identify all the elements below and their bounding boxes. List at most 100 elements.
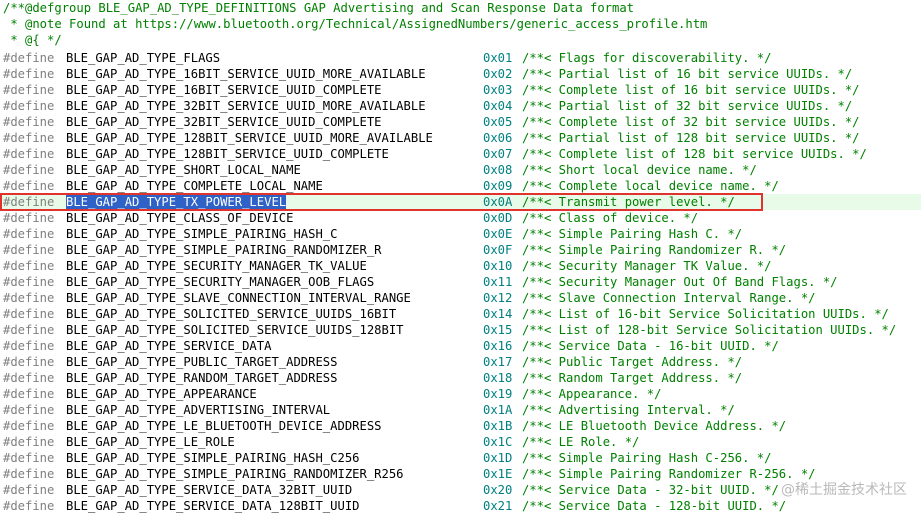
define-line[interactable]: #define BLE_GAP_AD_TYPE_32BIT_SERVICE_UUI… (0, 98, 921, 114)
define-comment: /**< Flags for discoverability. */ (522, 51, 772, 65)
define-keyword: #define (3, 419, 55, 433)
define-line[interactable]: #define BLE_GAP_AD_TYPE_RANDOM_TARGET_ADD… (0, 370, 921, 386)
watermark: @稀土掘金技术社区 (781, 482, 907, 498)
define-comment: /**< Security Manager Out Of Band Flags.… (522, 275, 838, 289)
define-value: 0x18 (483, 371, 513, 385)
define-name: BLE_GAP_AD_TYPE_SOLICITED_SERVICE_UUIDS_… (66, 307, 397, 321)
define-line[interactable]: #define BLE_GAP_AD_TYPE_TX_POWER_LEVEL 0x0… (0, 194, 921, 210)
define-line[interactable]: #define BLE_GAP_AD_TYPE_128BIT_SERVICE_UU… (0, 146, 921, 162)
define-value: 0x12 (483, 291, 513, 305)
define-line[interactable]: #define BLE_GAP_AD_TYPE_SIMPLE_PAIRING_RA… (0, 242, 921, 258)
define-value: 0x14 (483, 307, 513, 321)
define-line[interactable]: #define BLE_GAP_AD_TYPE_16BIT_SERVICE_UUI… (0, 82, 921, 98)
define-keyword: #define (3, 243, 55, 257)
define-name: BLE_GAP_AD_TYPE_SIMPLE_PAIRING_RANDOMIZE… (66, 467, 404, 481)
define-name: BLE_GAP_AD_TYPE_CLASS_OF_DEVICE (66, 211, 294, 225)
define-keyword: #define (3, 227, 55, 241)
define-value: 0x21 (483, 499, 513, 513)
define-keyword: #define (3, 339, 55, 353)
define-name: BLE_GAP_AD_TYPE_LE_ROLE (66, 435, 235, 449)
define-keyword: #define (3, 195, 55, 209)
define-name: BLE_GAP_AD_TYPE_FLAGS (66, 51, 221, 65)
define-comment: /**< Simple Pairing Hash C. */ (522, 227, 743, 241)
define-value: 0x1A (483, 403, 513, 417)
define-comment: /**< Service Data - 128-bit UUID. */ (522, 499, 787, 513)
define-keyword: #define (3, 435, 55, 449)
define-line[interactable]: #define BLE_GAP_AD_TYPE_LE_BLUETOOTH_DEVI… (0, 418, 921, 434)
define-name: BLE_GAP_AD_TYPE_SIMPLE_PAIRING_HASH_C (66, 227, 338, 241)
define-name: BLE_GAP_AD_TYPE_LE_BLUETOOTH_DEVICE_ADDR… (66, 419, 382, 433)
define-keyword: #define (3, 451, 55, 465)
define-keyword: #define (3, 131, 55, 145)
define-line[interactable]: #define BLE_GAP_AD_TYPE_CLASS_OF_DEVICE 0x… (0, 210, 921, 226)
define-comment: /**< LE Role. */ (522, 435, 640, 449)
define-line[interactable]: #define BLE_GAP_AD_TYPE_32BIT_SERVICE_UUI… (0, 114, 921, 130)
define-name: BLE_GAP_AD_TYPE_SLAVE_CONNECTION_INTERVA… (66, 291, 411, 305)
define-name: BLE_GAP_AD_TYPE_RANDOM_TARGET_ADDRESS (66, 371, 338, 385)
define-line[interactable]: #define BLE_GAP_AD_TYPE_128BIT_SERVICE_UU… (0, 130, 921, 146)
define-name: BLE_GAP_AD_TYPE_APPEARANCE (66, 387, 257, 401)
define-comment: /**< Simple Pairing Hash C-256. */ (522, 451, 772, 465)
define-keyword: #define (3, 51, 55, 65)
define-line[interactable]: #define BLE_GAP_AD_TYPE_SECURITY_MANAGER_… (0, 274, 921, 290)
define-name: BLE_GAP_AD_TYPE_SIMPLE_PAIRING_RANDOMIZE… (66, 243, 382, 257)
define-name: BLE_GAP_AD_TYPE_SERVICE_DATA (66, 339, 272, 353)
define-line[interactable]: #define BLE_GAP_AD_TYPE_SIMPLE_PAIRING_HA… (0, 450, 921, 466)
define-value: 0x06 (483, 131, 513, 145)
define-line[interactable]: #define BLE_GAP_AD_TYPE_SLAVE_CONNECTION_… (0, 290, 921, 306)
define-comment: /**< Partial list of 32 bit service UUID… (522, 99, 853, 113)
define-comment: /**< Class of device. */ (522, 211, 699, 225)
define-line[interactable]: #define BLE_GAP_AD_TYPE_SOLICITED_SERVICE… (0, 306, 921, 322)
define-comment: /**< List of 16-bit Service Solicitation… (522, 307, 889, 321)
define-name: BLE_GAP_AD_TYPE_16BIT_SERVICE_UUID_MORE_… (66, 67, 426, 81)
define-value: 0x05 (483, 115, 513, 129)
define-comment: /**< Advertising Interval. */ (522, 403, 735, 417)
define-keyword: #define (3, 147, 55, 161)
define-value: 0x20 (483, 483, 513, 497)
define-comment: /**< Short local device name. */ (522, 163, 757, 177)
define-name: BLE_GAP_AD_TYPE_SIMPLE_PAIRING_HASH_C256 (66, 451, 360, 465)
define-value: 0x01 (483, 51, 513, 65)
define-value: 0x07 (483, 147, 513, 161)
define-line[interactable]: #define BLE_GAP_AD_TYPE_FLAGS 0x01 /**< Fla… (0, 50, 921, 66)
define-keyword: #define (3, 499, 55, 513)
define-name: BLE_GAP_AD_TYPE_SOLICITED_SERVICE_UUIDS_… (66, 323, 404, 337)
define-keyword: #define (3, 483, 55, 497)
define-line[interactable]: #define BLE_GAP_AD_TYPE_SERVICE_DATA_128B… (0, 498, 921, 514)
header-comment-line-3: * @{ */ (0, 32, 921, 48)
define-comment: /**< Complete list of 16 bit service UUI… (522, 83, 860, 97)
define-line[interactable]: #define BLE_GAP_AD_TYPE_SHORT_LOCAL_NAME 0… (0, 162, 921, 178)
define-keyword: #define (3, 387, 55, 401)
define-keyword: #define (3, 355, 55, 369)
define-line[interactable]: #define BLE_GAP_AD_TYPE_SIMPLE_PAIRING_HA… (0, 226, 921, 242)
header-comment-text: * @{ */ (3, 33, 62, 47)
define-value: 0x09 (483, 179, 513, 193)
define-line[interactable]: #define BLE_GAP_AD_TYPE_16BIT_SERVICE_UUI… (0, 66, 921, 82)
define-line[interactable]: #define BLE_GAP_AD_TYPE_COMPLETE_LOCAL_NA… (0, 178, 921, 194)
define-name: BLE_GAP_AD_TYPE_128BIT_SERVICE_UUID_MORE… (66, 131, 433, 145)
define-keyword: #define (3, 467, 55, 481)
define-line[interactable]: #define BLE_GAP_AD_TYPE_SOLICITED_SERVICE… (0, 322, 921, 338)
define-value: 0x10 (483, 259, 513, 273)
define-keyword: #define (3, 403, 55, 417)
define-line[interactable]: #define BLE_GAP_AD_TYPE_SECURITY_MANAGER_… (0, 258, 921, 274)
define-comment: /**< Simple Pairing Randomizer R. */ (522, 243, 787, 257)
define-line[interactable]: #define BLE_GAP_AD_TYPE_PUBLIC_TARGET_ADD… (0, 354, 921, 370)
define-name: BLE_GAP_AD_TYPE_128BIT_SERVICE_UUID_COMP… (66, 147, 389, 161)
define-keyword: #define (3, 307, 55, 321)
define-value: 0x1B (483, 419, 513, 433)
define-comment: /**< Complete list of 32 bit service UUI… (522, 115, 860, 129)
define-name: BLE_GAP_AD_TYPE_TX_POWER_LEVEL (66, 194, 287, 210)
define-line[interactable]: #define BLE_GAP_AD_TYPE_LE_ROLE 0x1C /**< L… (0, 434, 921, 450)
define-line[interactable]: #define BLE_GAP_AD_TYPE_SERVICE_DATA 0x16 /… (0, 338, 921, 354)
define-name: BLE_GAP_AD_TYPE_SHORT_LOCAL_NAME (66, 163, 301, 177)
define-line[interactable]: #define BLE_GAP_AD_TYPE_ADVERTISING_INTER… (0, 402, 921, 418)
define-value: 0x0A (483, 195, 513, 209)
define-line[interactable]: #define BLE_GAP_AD_TYPE_APPEARANCE 0x19 /**… (0, 386, 921, 402)
define-keyword: #define (3, 67, 55, 81)
code-editor[interactable]: /**@defgroup BLE_GAP_AD_TYPE_DEFINITIONS… (0, 0, 921, 513)
define-comment: /**< Partial list of 128 bit service UUI… (522, 131, 860, 145)
define-keyword: #define (3, 275, 55, 289)
define-value: 0x17 (483, 355, 513, 369)
define-comment: /**< Simple Pairing Randomizer R-256. */ (522, 467, 816, 481)
